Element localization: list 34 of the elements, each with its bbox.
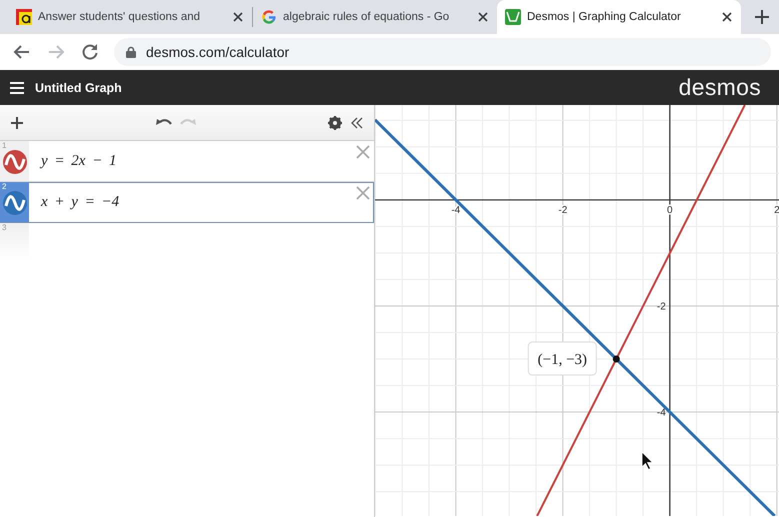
axis-tick-label: -4: [656, 408, 666, 419]
graph-favicon-icon: [505, 9, 521, 25]
point-coordinate-label: (−1, −3): [528, 342, 597, 376]
lock-icon: [126, 46, 136, 58]
google-g-icon: [261, 9, 277, 25]
line-number: 1: [2, 141, 6, 150]
logo[interactable]: desmos: [678, 74, 761, 101]
expression-row[interactable]: 1 y = 2x − 1: [0, 141, 374, 182]
expression-row[interactable]: 2 x + y = −4: [0, 182, 374, 223]
url-text: desmos.com/calculator: [146, 44, 290, 60]
browser-tab[interactable]: Answer students' questions and: [8, 0, 252, 34]
axis-tick-label: -2: [558, 204, 568, 216]
annotation: (−1, −3): [538, 352, 588, 368]
intersection-point[interactable]: [612, 356, 620, 363]
expression-math[interactable]: x + y = −4: [41, 194, 374, 210]
undo-icon[interactable]: [156, 118, 172, 128]
axis-tick-label: 2: [774, 204, 779, 216]
settings-icon[interactable]: [328, 116, 342, 130]
line-number: 2: [2, 182, 6, 191]
axis-tick-label: -4: [451, 204, 460, 216]
collapse-icon[interactable]: [350, 116, 364, 130]
add-icon[interactable]: [10, 116, 24, 130]
browser-tab[interactable]: Desmos | Graphing Calculator: [497, 0, 741, 34]
graph-title[interactable]: Untitled Graph: [35, 80, 679, 94]
line-number: 3: [2, 223, 6, 232]
mouse-cursor-icon: [642, 451, 654, 470]
expression-math[interactable]: y = 2x − 1: [41, 152, 374, 170]
address-bar[interactable]: desmos.com/calculator: [114, 38, 771, 66]
graph-line[interactable]: [536, 105, 746, 516]
tab-favicon-icon: [16, 9, 32, 25]
browser-tab[interactable]: algebraic rules of equations - Go: [253, 0, 497, 34]
new-tab-icon[interactable]: [754, 9, 770, 25]
menu-icon[interactable]: [10, 82, 24, 94]
axis-tick-label: -2: [656, 302, 666, 312]
